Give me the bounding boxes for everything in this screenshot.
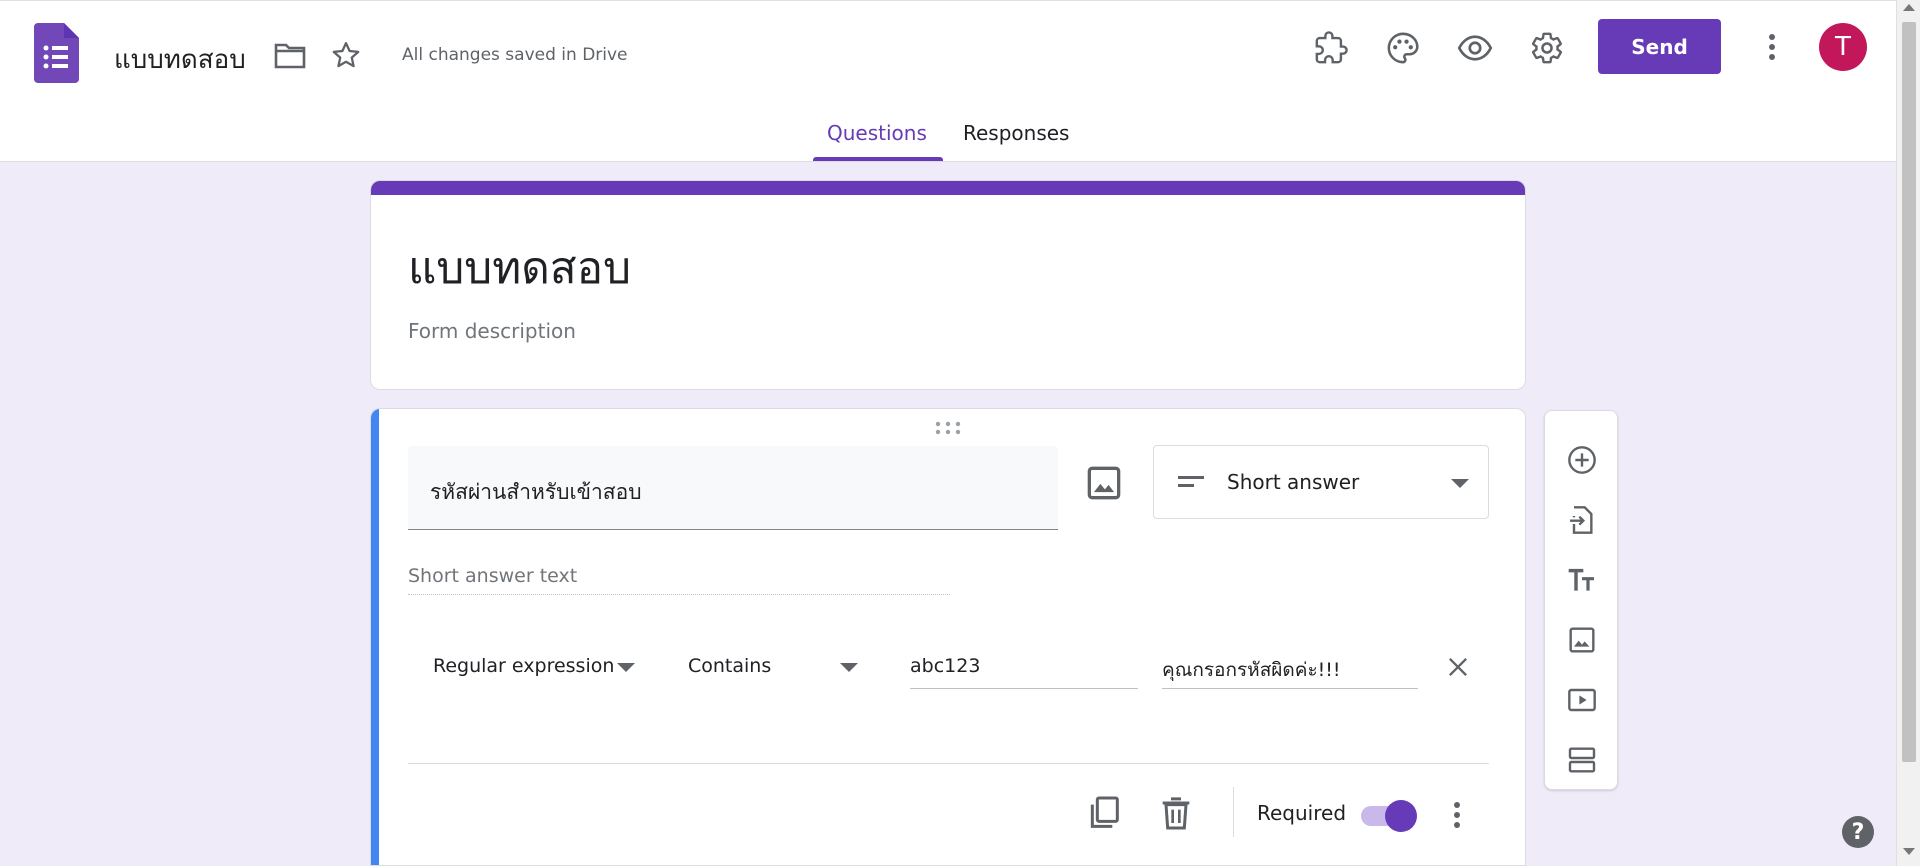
- folder-icon[interactable]: [272, 37, 308, 73]
- avatar[interactable]: T: [1819, 23, 1867, 71]
- validation-condition-select[interactable]: Contains: [688, 655, 771, 677]
- form-title-card: แบบทดสอบ Form description: [370, 180, 1526, 390]
- title-card-accent-bar: [371, 181, 1525, 195]
- add-image-icon[interactable]: [1563, 621, 1601, 659]
- add-title-icon[interactable]: [1563, 561, 1601, 599]
- add-video-icon[interactable]: [1563, 681, 1601, 719]
- scroll-thumb[interactable]: [1902, 22, 1916, 762]
- question-active-bar: [371, 409, 379, 865]
- help-icon[interactable]: ?: [1842, 816, 1874, 848]
- duplicate-icon[interactable]: [1084, 793, 1124, 833]
- short-answer-placeholder: Short answer text: [408, 565, 950, 595]
- delete-trash-icon[interactable]: [1156, 793, 1196, 833]
- close-icon[interactable]: [1444, 653, 1472, 681]
- validation-pattern-input[interactable]: abc123: [910, 649, 1138, 689]
- settings-gear-icon[interactable]: [1528, 29, 1566, 67]
- validation-error-input[interactable]: คุณกรอกรหัสผิดค่ะ!!!: [1162, 649, 1418, 689]
- question-type-label: Short answer: [1227, 470, 1360, 494]
- form-title[interactable]: แบบทดสอบ: [408, 233, 631, 303]
- scroll-down-arrow-icon[interactable]: [1903, 848, 1915, 855]
- chevron-down-icon: [1451, 479, 1469, 488]
- add-question-icon[interactable]: [1563, 441, 1601, 479]
- question-title-input[interactable]: รหัสผ่านสำหรับเข้าสอบ: [408, 446, 1058, 530]
- import-questions-icon[interactable]: [1563, 501, 1601, 539]
- footer-divider: [1233, 787, 1234, 837]
- chevron-down-icon[interactable]: [840, 663, 858, 672]
- more-vert-icon[interactable]: [1756, 29, 1788, 65]
- card-divider: [408, 763, 1489, 764]
- send-button[interactable]: Send: [1598, 19, 1721, 74]
- palette-icon[interactable]: [1384, 29, 1422, 67]
- active-tab-indicator: [813, 157, 943, 161]
- add-section-icon[interactable]: [1563, 741, 1601, 779]
- validation-type-select[interactable]: Regular expression: [433, 655, 614, 677]
- drag-handle-icon[interactable]: [935, 421, 961, 435]
- forms-logo-icon[interactable]: [34, 23, 79, 83]
- tab-responses[interactable]: Responses: [963, 121, 1069, 145]
- question-card[interactable]: รหัสผ่านสำหรับเข้าสอบ Short answer Short…: [370, 408, 1526, 866]
- scroll-up-arrow-icon[interactable]: [1903, 4, 1915, 11]
- more-vert-icon[interactable]: [1441, 799, 1473, 831]
- side-toolbar: [1544, 410, 1618, 790]
- chevron-down-icon[interactable]: [617, 663, 635, 672]
- form-description-input[interactable]: Form description: [408, 319, 576, 343]
- addon-puzzle-icon[interactable]: [1312, 29, 1350, 67]
- short-answer-icon: [1178, 476, 1204, 487]
- question-type-select[interactable]: Short answer: [1153, 445, 1489, 519]
- tab-questions[interactable]: Questions: [827, 121, 927, 145]
- required-toggle-knob[interactable]: [1385, 800, 1417, 832]
- preview-eye-icon[interactable]: [1455, 29, 1495, 67]
- app-header: แบบทดสอบ All changes saved in Drive Send…: [0, 0, 1896, 162]
- add-image-icon[interactable]: [1082, 461, 1126, 505]
- doc-title[interactable]: แบบทดสอบ: [114, 39, 246, 80]
- question-title-text: รหัสผ่านสำหรับเข้าสอบ: [430, 480, 642, 504]
- required-label: Required: [1257, 801, 1347, 825]
- star-icon[interactable]: [328, 37, 364, 73]
- save-status: All changes saved in Drive: [402, 45, 628, 65]
- page-scrollbar[interactable]: [1896, 0, 1920, 866]
